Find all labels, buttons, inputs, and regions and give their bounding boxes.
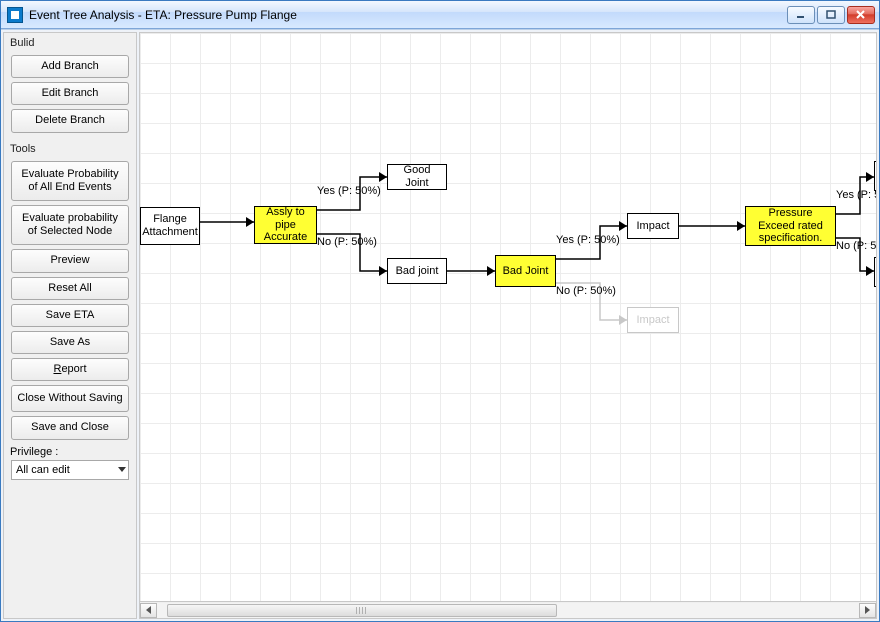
- node-bad-joint-yellow[interactable]: Bad Joint: [495, 255, 556, 287]
- save-and-close-button[interactable]: Save and Close: [11, 416, 129, 439]
- label-badjoint-no: No (P: 50%): [556, 285, 616, 297]
- scroll-right-button[interactable]: [859, 603, 876, 618]
- diagram-canvas[interactable]: Flange Attachment Assly to pipe Accurate…: [139, 32, 877, 602]
- node-offscreen-bottom[interactable]: [874, 257, 877, 287]
- node-assly-accurate[interactable]: Assly to pipe Accurate: [254, 206, 317, 244]
- reset-all-button[interactable]: Reset All: [11, 277, 129, 300]
- node-flange-attachment[interactable]: Flange Attachment: [140, 207, 200, 245]
- window-title: Event Tree Analysis - ETA: Pressure Pump…: [29, 8, 787, 22]
- horizontal-scrollbar[interactable]: [139, 602, 877, 619]
- evaluate-all-button[interactable]: Evaluate Probability of All End Events: [11, 161, 129, 201]
- canvas-area: Flange Attachment Assly to pipe Accurate…: [139, 32, 877, 619]
- scroll-left-button[interactable]: [140, 603, 157, 618]
- grip-icon: [356, 607, 368, 614]
- save-as-button[interactable]: Save As: [11, 331, 129, 354]
- close-icon: [856, 10, 866, 20]
- label-assly-yes: Yes (P: 50%): [317, 185, 381, 197]
- report-rest: eport: [61, 363, 86, 375]
- triangle-left-icon: [146, 606, 151, 614]
- maximize-button[interactable]: [817, 6, 845, 24]
- node-impact-bottom[interactable]: Impact: [627, 307, 679, 333]
- label-pressure-yes: Yes (P: 50%): [836, 189, 877, 201]
- node-impact-top[interactable]: Impact: [627, 213, 679, 239]
- preview-button[interactable]: Preview: [11, 249, 129, 272]
- node-pressure-exceed[interactable]: Pressure Exceed rated specification.: [745, 206, 836, 246]
- edit-branch-button[interactable]: Edit Branch: [11, 82, 129, 105]
- minimize-button[interactable]: [787, 6, 815, 24]
- add-branch-button[interactable]: Add Branch: [11, 55, 129, 78]
- close-button[interactable]: [847, 6, 875, 24]
- close-without-saving-button[interactable]: Close Without Saving: [11, 385, 129, 412]
- chevron-down-icon: [118, 467, 126, 472]
- node-good-joint[interactable]: Good Joint: [387, 164, 447, 190]
- privilege-label: Privilege :: [8, 442, 132, 460]
- label-assly-no: No (P: 50%): [317, 236, 377, 248]
- app-window: Event Tree Analysis - ETA: Pressure Pump…: [0, 0, 880, 622]
- evaluate-selected-button[interactable]: Evaluate probability of Selected Node: [11, 205, 129, 245]
- node-bad-joint-white[interactable]: Bad joint: [387, 258, 447, 284]
- delete-branch-button[interactable]: Delete Branch: [11, 109, 129, 132]
- label-pressure-no: No (P: 50%): [836, 240, 877, 252]
- scroll-thumb[interactable]: [167, 604, 557, 617]
- report-button[interactable]: Report: [11, 358, 129, 381]
- app-body: Bulid Add Branch Edit Branch Delete Bran…: [1, 29, 879, 621]
- label-badjoint-yes: Yes (P: 50%): [556, 234, 620, 246]
- diagram-edges: [140, 33, 876, 601]
- triangle-right-icon: [865, 606, 870, 614]
- build-group-label: Bulid: [8, 35, 132, 53]
- scroll-track[interactable]: [157, 603, 859, 618]
- window-controls: [787, 6, 875, 24]
- privilege-value: All can edit: [16, 464, 70, 476]
- maximize-icon: [826, 10, 836, 20]
- save-eta-button[interactable]: Save ETA: [11, 304, 129, 327]
- tools-group-label: Tools: [8, 141, 132, 159]
- titlebar[interactable]: Event Tree Analysis - ETA: Pressure Pump…: [1, 1, 879, 29]
- sidebar: Bulid Add Branch Edit Branch Delete Bran…: [3, 32, 137, 619]
- node-offscreen-top[interactable]: [874, 161, 877, 191]
- app-icon: [7, 7, 23, 23]
- minimize-icon: [796, 10, 806, 20]
- privilege-select[interactable]: All can edit: [11, 460, 129, 480]
